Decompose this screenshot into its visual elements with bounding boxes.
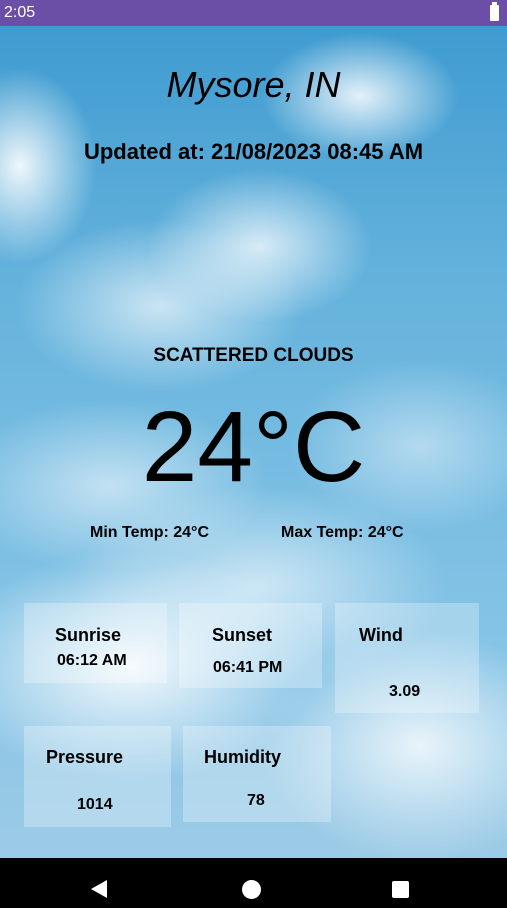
humidity-card: Humidity 78 bbox=[183, 726, 331, 822]
navigation-bar bbox=[0, 858, 507, 908]
pressure-label: Pressure bbox=[46, 747, 124, 767]
pressure-value: 1014 bbox=[77, 796, 113, 813]
current-temperature: 24°C bbox=[141, 391, 366, 503]
location-title: Mysore, IN bbox=[166, 64, 341, 105]
humidity-label: Humidity bbox=[204, 747, 282, 767]
sunset-label: Sunset bbox=[212, 625, 273, 645]
status-time: 2:05 bbox=[4, 4, 36, 21]
sunrise-value: 06:12 AM bbox=[57, 652, 127, 669]
battery-icon bbox=[490, 2, 499, 21]
status-bar: 2:05 bbox=[0, 0, 507, 26]
humidity-value: 78 bbox=[247, 792, 265, 809]
wind-card: Wind 3.09 bbox=[335, 603, 479, 713]
wind-label: Wind bbox=[359, 625, 403, 645]
pressure-card: Pressure 1014 bbox=[24, 726, 171, 827]
sunrise-label: Sunrise bbox=[55, 625, 122, 645]
sunrise-card: Sunrise 06:12 AM bbox=[24, 603, 167, 683]
max-temperature: Max Temp: 24°C bbox=[281, 524, 404, 541]
recents-icon[interactable] bbox=[392, 881, 409, 898]
sunset-value: 06:41 PM bbox=[213, 659, 283, 676]
sunset-card: Sunset 06:41 PM bbox=[179, 603, 322, 688]
wind-value: 3.09 bbox=[389, 683, 421, 700]
back-icon[interactable] bbox=[91, 880, 107, 898]
home-icon[interactable] bbox=[242, 880, 261, 899]
weather-description: SCATTERED CLOUDS bbox=[153, 345, 354, 366]
updated-at-text: Updated at: 21/08/2023 08:45 AM bbox=[83, 139, 424, 164]
min-temperature: Min Temp: 24°C bbox=[90, 524, 209, 541]
